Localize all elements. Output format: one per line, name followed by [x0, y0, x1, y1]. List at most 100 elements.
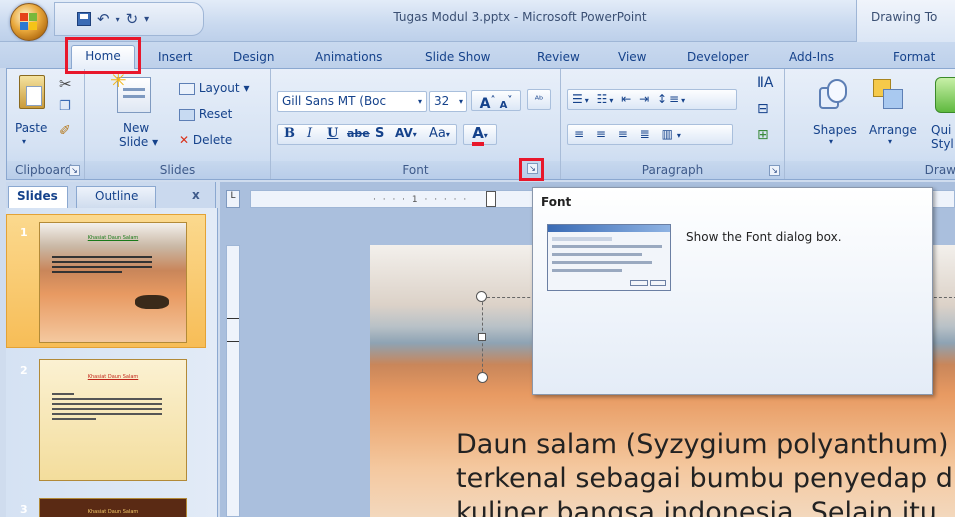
slide-text-line-2: terkenal sebagai bumbu penyedap di: [456, 463, 955, 494]
slides-label: Slides: [85, 161, 270, 179]
reset-button[interactable]: Reset: [179, 107, 232, 121]
font-size-grow-shrink[interactable]: A˄ A˅: [471, 90, 521, 112]
tab-design[interactable]: Design: [233, 47, 274, 69]
customize-qat-icon[interactable]: ▾: [144, 14, 149, 25]
thumbnail-number-2: 2: [20, 364, 28, 377]
slide-thumbnail-2[interactable]: Khasiat Daun Salam: [39, 359, 187, 481]
underline-button[interactable]: U: [327, 126, 338, 141]
bold-button[interactable]: B: [284, 126, 295, 141]
drawing-group: Shapes ▾ Arrange ▾ Qui Styl Draw: [785, 69, 955, 179]
oryx-image: [135, 295, 169, 309]
increase-indent-icon[interactable]: ⇥: [639, 92, 651, 106]
align-text-icon[interactable]: ⊟: [757, 101, 769, 117]
thumbnail-2-text: [52, 390, 162, 423]
paste-icon[interactable]: [19, 75, 45, 109]
close-pane-icon[interactable]: x: [192, 188, 200, 202]
strikethrough-button[interactable]: abe: [347, 127, 370, 140]
delete-button[interactable]: ✕ Delete: [179, 133, 232, 147]
new-slide-icon[interactable]: ✳: [110, 68, 151, 113]
arrange-icon[interactable]: [873, 79, 907, 113]
font-label: Font: [271, 161, 560, 179]
slide-thumbnail-1[interactable]: Khasiat Daun Salam: [39, 222, 187, 343]
cut-icon[interactable]: ✂: [59, 75, 72, 93]
drawing-tools-context: Drawing To: [856, 0, 955, 42]
clipboard-launcher-icon[interactable]: ↘: [69, 165, 80, 176]
grow-font-button[interactable]: A: [480, 96, 491, 112]
font-size-select[interactable]: 32 ▾: [429, 91, 467, 112]
shadow-button[interactable]: S: [375, 126, 384, 141]
quick-styles-label-2[interactable]: Styl: [931, 137, 954, 151]
decrease-indent-icon[interactable]: ⇤: [621, 92, 633, 106]
indent-marker-icon[interactable]: [486, 191, 496, 207]
tab-animations[interactable]: Animations: [315, 47, 382, 69]
tab-slides[interactable]: Slides: [8, 186, 68, 208]
copy-icon[interactable]: ❐: [59, 99, 71, 114]
powerpoint-window: ↶ ▾ ↻ ▾ Tugas Modul 3.pptx - Microsoft P…: [0, 0, 955, 517]
office-logo-icon: [20, 13, 38, 31]
new-slide-label-2[interactable]: Slide ▾: [119, 135, 158, 149]
line-spacing-icon[interactable]: ↕≡: [657, 92, 681, 106]
tab-add-ins[interactable]: Add-Ins: [789, 47, 834, 69]
align-right-icon[interactable]: ≡: [618, 127, 632, 141]
new-slide-label-1[interactable]: New: [123, 121, 149, 135]
resize-handle-bottom[interactable]: [477, 372, 488, 383]
numbering-icon[interactable]: ☷: [597, 92, 610, 106]
tab-review[interactable]: Review: [537, 47, 580, 69]
tab-format[interactable]: Format: [893, 47, 935, 69]
tooltip-title: Font: [541, 195, 572, 209]
font-group: Gill Sans MT (Boc ▾ 32 ▾ A˄ A˅ ᴬᵇ B I U ab…: [271, 69, 561, 179]
thumbnail-1-title: Khasiat Daun Salam: [87, 235, 139, 241]
window-title: Tugas Modul 3.pptx - Microsoft PowerPoin…: [393, 10, 647, 24]
clipboard-group: Paste ▾ ✂ ❐ ✐ Clipboard ↘: [7, 69, 85, 179]
tab-slide-show[interactable]: Slide Show: [425, 47, 490, 69]
slide-body-text[interactable]: Daun salam (Syzygium polyanthum) s terke…: [456, 428, 955, 517]
text-direction-icon[interactable]: ⅡA: [757, 75, 773, 91]
undo-icon[interactable]: ↶: [97, 10, 110, 28]
format-painter-icon[interactable]: ✐: [59, 123, 71, 139]
layout-icon: [179, 82, 195, 95]
columns-icon[interactable]: ▥: [662, 127, 677, 141]
shapes-button[interactable]: Shapes: [813, 123, 857, 137]
paste-dropdown-icon[interactable]: ▾: [22, 137, 26, 146]
font-color-button[interactable]: A▾: [463, 124, 497, 146]
slide-thumbnail-3[interactable]: Khasiat Daun Salam: [39, 498, 187, 517]
redo-icon[interactable]: ↻: [126, 10, 139, 28]
italic-button[interactable]: I: [307, 126, 312, 141]
font-family-select[interactable]: Gill Sans MT (Boc ▾: [277, 91, 427, 112]
tab-outline[interactable]: Outline: [76, 186, 156, 208]
arrange-dropdown-icon[interactable]: ▾: [888, 137, 892, 146]
undo-dropdown-icon[interactable]: ▾: [116, 15, 120, 24]
change-case-button[interactable]: Aa▾: [429, 126, 450, 141]
paragraph-launcher-icon[interactable]: ↘: [769, 165, 780, 176]
tab-view[interactable]: View: [618, 47, 646, 69]
clear-formatting-button[interactable]: ᴬᵇ: [527, 89, 551, 110]
bullets-icon[interactable]: ☰: [572, 92, 585, 106]
resize-handle[interactable]: [476, 291, 487, 302]
resize-handle-side[interactable]: [478, 333, 486, 341]
office-button[interactable]: [10, 3, 48, 41]
tab-developer[interactable]: Developer: [687, 47, 749, 69]
font-launcher-highlight: [519, 158, 544, 181]
thumbnail-1-text: [52, 253, 152, 276]
justify-icon[interactable]: ≣: [640, 127, 654, 141]
shapes-icon[interactable]: [819, 79, 849, 113]
quick-styles-label-1[interactable]: Qui: [931, 123, 951, 137]
arrange-button[interactable]: Arrange: [869, 123, 917, 137]
paragraph-align-buttons: ≡ ≡ ≡ ≣ ▥▾: [567, 124, 733, 145]
layout-button[interactable]: Layout ▾: [179, 81, 249, 95]
align-left-icon[interactable]: ≡: [574, 127, 588, 141]
align-center-icon[interactable]: ≡: [596, 127, 610, 141]
thumbnail-number-3: 3: [20, 503, 28, 516]
reset-icon: [179, 108, 195, 121]
tab-insert[interactable]: Insert: [158, 47, 192, 69]
quick-styles-icon[interactable]: [935, 77, 955, 113]
paste-button[interactable]: Paste: [15, 121, 47, 135]
save-icon[interactable]: [77, 12, 91, 26]
paragraph-label: Paragraph: [561, 161, 784, 179]
shapes-dropdown-icon[interactable]: ▾: [829, 137, 833, 146]
slide-text-line-3: kuliner bangsa indonesia. Selain itu, s: [456, 497, 955, 517]
convert-smartart-icon[interactable]: ⊞: [757, 127, 769, 143]
tooltip-description: Show the Font dialog box.: [686, 230, 842, 244]
tab-selector-icon[interactable]: L: [226, 190, 240, 208]
character-spacing-button[interactable]: AV▾: [395, 126, 417, 140]
